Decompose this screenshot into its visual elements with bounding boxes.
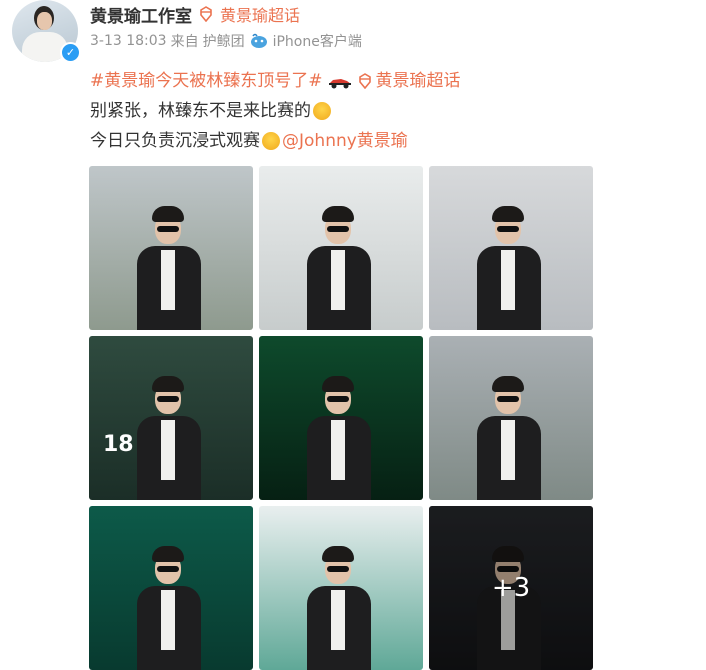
from-prefix: 来自: [170, 34, 199, 50]
source-app[interactable]: 护鲸团: [203, 31, 245, 51]
super-topic-icon: [358, 73, 371, 89]
post-date[interactable]: 3-13 18:03: [90, 33, 167, 49]
laughing-emoji-icon: [313, 102, 331, 120]
client-name[interactable]: iPhone客户端: [273, 31, 362, 51]
post-content: #黄景瑜今天被林臻东顶号了# 黄景瑜超话 别紧张，林臻东不是来比赛的 今日只负责…: [90, 66, 461, 156]
photo-thumb-3[interactable]: [429, 166, 593, 330]
content-line-2: 别紧张，林臻东不是来比赛的: [90, 101, 311, 121]
shocked-emoji-icon: [262, 132, 280, 150]
photo-thumb-9[interactable]: +3: [429, 506, 593, 670]
photo-thumb-2[interactable]: [259, 166, 423, 330]
photo-thumb-7[interactable]: [89, 506, 253, 670]
photo-thumb-6[interactable]: [429, 336, 593, 500]
mention-link[interactable]: @Johnny黄景瑜: [282, 126, 408, 156]
photo-thumb-4[interactable]: 18: [89, 336, 253, 500]
race-car-icon: [328, 79, 351, 89]
super-topic-link-inline[interactable]: 黄景瑜超话: [376, 66, 461, 96]
photo-thumb-8[interactable]: [259, 506, 423, 670]
photo-number-label: 18: [103, 432, 134, 457]
post-meta: 3-13 18:03 来自 护鲸团 iPhone客户端: [90, 31, 362, 51]
more-photos-count: +3: [429, 506, 593, 670]
photo-thumb-1[interactable]: [89, 166, 253, 330]
verified-badge-icon: ✓: [60, 42, 81, 63]
topic-tag[interactable]: #黄景瑜今天被林臻东顶号了#: [90, 66, 323, 96]
photo-thumb-5[interactable]: [259, 336, 423, 500]
super-topic-icon: [200, 6, 212, 22]
post-header: 黄景瑜工作室 黄景瑜超话: [90, 2, 300, 27]
author-name[interactable]: 黄景瑜工作室: [90, 2, 192, 27]
content-line-3: 今日只负责沉浸式观赛: [90, 131, 260, 151]
super-topic-link[interactable]: 黄景瑜超话: [220, 2, 300, 26]
whale-icon: [250, 33, 267, 48]
